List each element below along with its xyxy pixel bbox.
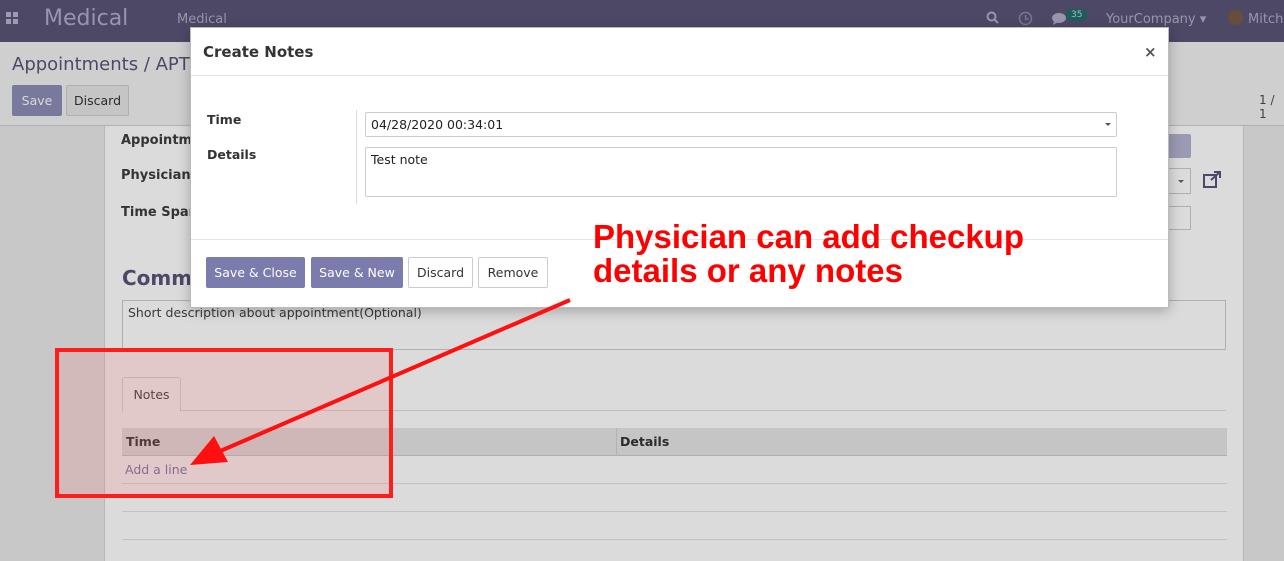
remove-button[interactable]: Remove xyxy=(478,257,548,288)
details-field[interactable]: Test note xyxy=(365,147,1117,197)
time-datetime-field[interactable]: 04/28/2020 00:34:01 xyxy=(365,112,1117,137)
annotation-caption: Physician can add checkup details or any… xyxy=(593,220,1024,288)
save-new-button[interactable]: Save & New xyxy=(311,257,403,288)
field-divider xyxy=(356,110,357,204)
annotation-line-1: Physician can add checkup xyxy=(593,218,1024,255)
close-icon[interactable]: × xyxy=(1144,43,1157,61)
save-close-button[interactable]: Save & Close xyxy=(206,257,305,288)
annotation-line-2: details or any notes xyxy=(593,252,903,289)
time-label: Time xyxy=(207,112,242,127)
details-label: Details xyxy=(207,147,257,162)
dialog-header: Create Notes × xyxy=(191,28,1168,76)
dialog-discard-button[interactable]: Discard xyxy=(408,257,473,288)
annotation-highlight-box xyxy=(55,348,393,498)
dialog-title: Create Notes xyxy=(203,43,314,61)
